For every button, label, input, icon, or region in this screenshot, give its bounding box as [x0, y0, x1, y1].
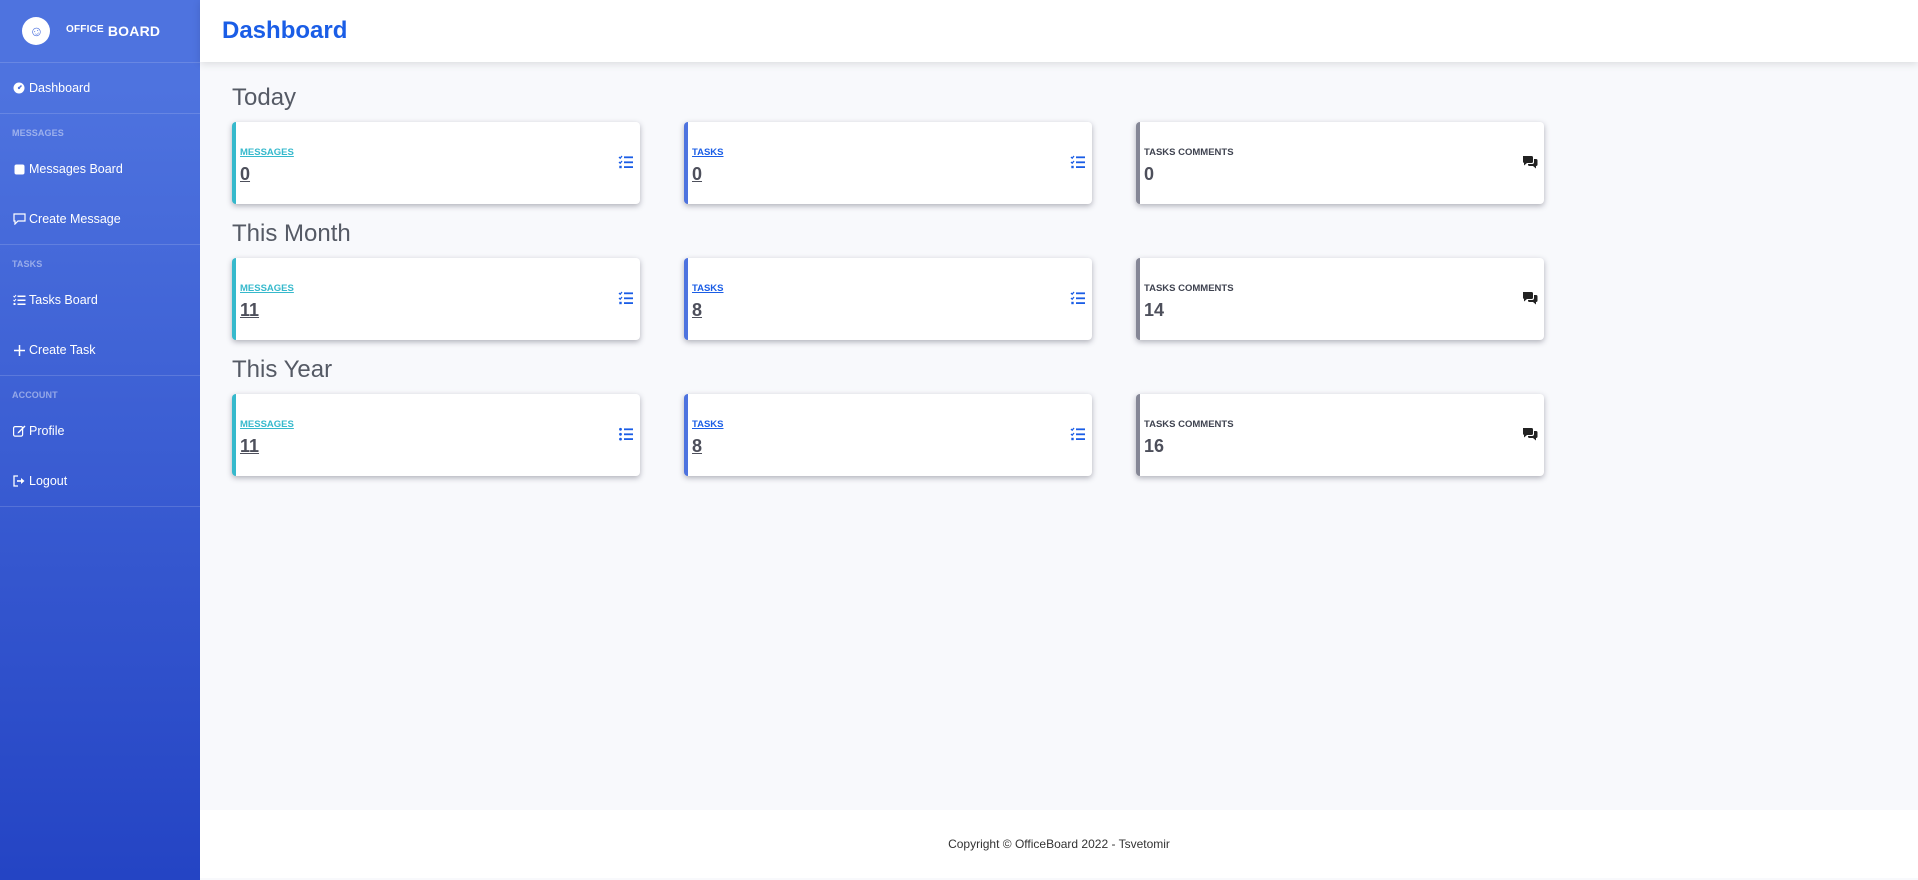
sidebar: ☺ OFFICE BOARD Dashboard MESSAGES Messag… — [0, 0, 200, 880]
edit-icon — [12, 425, 26, 437]
tasks-count[interactable]: 8 — [692, 436, 702, 457]
comment-icon — [12, 213, 26, 225]
sidebar-item-create-message[interactable]: Create Message — [0, 194, 200, 244]
square-icon — [12, 164, 26, 175]
laugh-wink-icon: ☺ — [22, 17, 50, 45]
page-title: Dashboard — [222, 17, 348, 44]
copyright-text: Copyright © OfficeBoard 2022 - Tsvetomir — [948, 837, 1170, 851]
tasks-comments-count: 14 — [1144, 300, 1165, 320]
messages-card: MESSAGES 11 — [232, 394, 640, 476]
comments-icon — [1523, 428, 1538, 441]
list-icon — [618, 291, 633, 305]
sidebar-item-label: Logout — [29, 474, 68, 488]
messages-count[interactable]: 11 — [240, 300, 259, 321]
messages-link[interactable]: MESSAGES — [240, 283, 294, 294]
messages-link[interactable]: MESSAGES — [240, 419, 294, 430]
tasks-count[interactable]: 0 — [692, 164, 702, 185]
tasks-comments-label: TASKS COMMENTS — [1144, 419, 1234, 430]
sidebar-heading-account: ACCOUNT — [12, 390, 58, 400]
list-check-icon — [1070, 291, 1085, 305]
list-check-icon — [1070, 155, 1085, 169]
tasks-comments-card: TASKS COMMENTS 16 — [1136, 394, 1544, 476]
gauge-icon — [12, 82, 26, 94]
topbar: Dashboard — [200, 0, 1918, 62]
sidebar-item-dashboard[interactable]: Dashboard — [0, 63, 200, 113]
tasks-comments-label: TASKS COMMENTS — [1144, 283, 1234, 294]
tasks-comments-card: TASKS COMMENTS 14 — [1136, 258, 1544, 340]
brand-board: BOARD — [107, 23, 161, 39]
messages-link[interactable]: MESSAGES — [240, 147, 294, 158]
sidebar-heading-messages: MESSAGES — [12, 128, 64, 138]
tasks-comments-label: TASKS COMMENTS — [1144, 147, 1234, 158]
card-row-this-month: MESSAGES 11 TASKS 8 TASKS COMMENTS 14 — [232, 258, 1544, 340]
list-check-icon — [1070, 427, 1085, 441]
brand-office: OFFICE — [66, 24, 104, 35]
section-title-today: Today — [232, 84, 297, 111]
sidebar-item-label: Dashboard — [29, 81, 91, 95]
tasks-card: TASKS 0 — [684, 122, 1092, 204]
dashboard-content: Today MESSAGES 0 TASKS 0 TASKS COMMENTS … — [232, 84, 1544, 492]
sidebar-item-label: Tasks Board — [29, 293, 98, 307]
sidebar-item-logout[interactable]: Logout — [0, 456, 200, 506]
tasks-card: TASKS 8 — [684, 394, 1092, 476]
comments-icon — [1523, 156, 1538, 169]
tasks-link[interactable]: TASKS — [692, 283, 724, 294]
sidebar-item-messages-board[interactable]: Messages Board — [0, 144, 200, 194]
sidebar-item-create-task[interactable]: Create Task — [0, 325, 200, 375]
sidebar-item-label: Messages Board — [29, 162, 123, 176]
sidebar-item-label: Create Task — [29, 343, 96, 357]
list-check-icon — [12, 294, 26, 306]
sidebar-heading-tasks: TASKS — [12, 259, 43, 269]
tasks-comments-card: TASKS COMMENTS 0 — [1136, 122, 1544, 204]
sign-out-icon — [12, 475, 26, 487]
messages-card: MESSAGES 11 — [232, 258, 640, 340]
card-row-today: MESSAGES 0 TASKS 0 TASKS COMMENTS 0 — [232, 122, 1544, 204]
brand-name: OFFICE BOARD — [66, 23, 160, 39]
tasks-link[interactable]: TASKS — [692, 147, 724, 158]
tasks-link[interactable]: TASKS — [692, 419, 724, 430]
tasks-card: TASKS 8 — [684, 258, 1092, 340]
plus-icon — [12, 344, 26, 356]
tasks-count[interactable]: 8 — [692, 300, 702, 321]
sidebar-item-label: Profile — [29, 424, 65, 438]
messages-count[interactable]: 11 — [240, 436, 259, 457]
section-title-this-month: This Month — [232, 220, 351, 247]
sidebar-item-tasks-board[interactable]: Tasks Board — [0, 275, 200, 325]
list-icon — [618, 155, 633, 169]
messages-count[interactable]: 0 — [240, 164, 250, 185]
messages-card: MESSAGES 0 — [232, 122, 640, 204]
tasks-comments-count: 0 — [1144, 164, 1155, 184]
sidebar-item-profile[interactable]: Profile — [0, 406, 200, 456]
tasks-comments-count: 16 — [1144, 436, 1165, 456]
card-row-this-year: MESSAGES 11 TASKS 8 TASKS COMMENTS 16 — [232, 394, 1544, 476]
sidebar-divider — [0, 506, 200, 507]
sidebar-item-label: Create Message — [29, 212, 121, 226]
list-icon — [619, 427, 633, 441]
section-title-this-year: This Year — [232, 356, 333, 383]
brand-link[interactable]: ☺ OFFICE BOARD — [0, 0, 200, 62]
comments-icon — [1523, 292, 1538, 305]
footer: Copyright © OfficeBoard 2022 - Tsvetomir — [200, 810, 1918, 878]
